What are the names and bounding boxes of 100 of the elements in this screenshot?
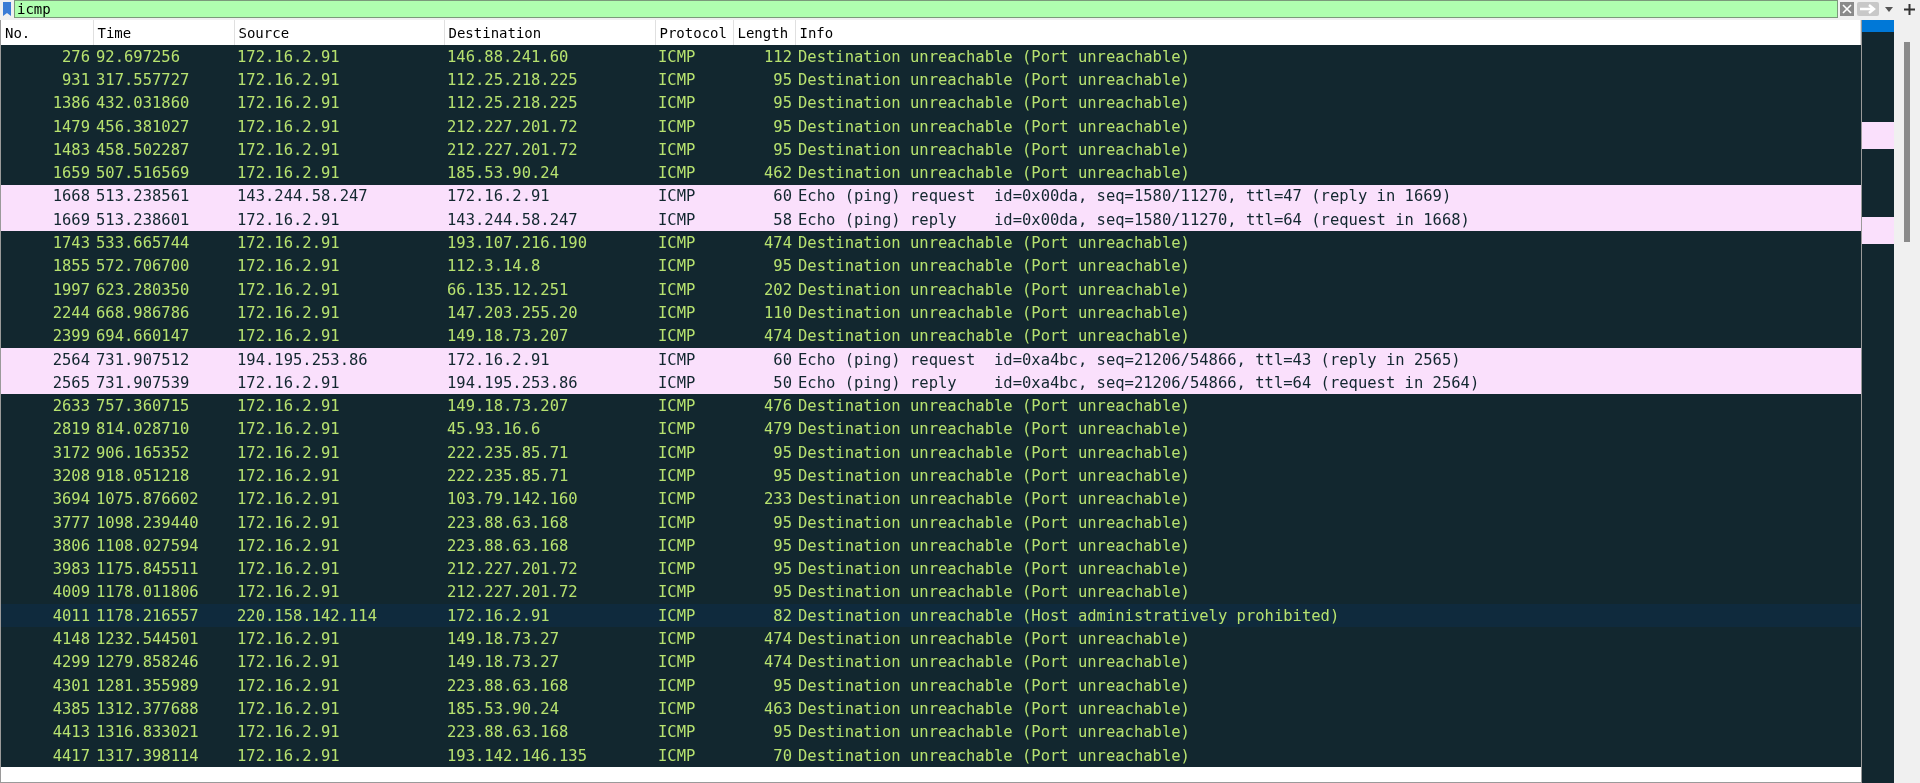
table-cell: 513.238601: [93, 208, 234, 232]
table-cell: Destination unreachable (Port unreachable): [795, 277, 1861, 302]
table-cell: Destination unreachable (Port unreachable): [795, 510, 1861, 535]
table-cell: 172.16.2.91: [234, 580, 444, 605]
table-cell: 172.16.2.91: [234, 674, 444, 698]
table-cell: 1232.544501: [93, 627, 234, 651]
table-cell: 4299: [1, 650, 93, 674]
table-cell: ICMP: [655, 277, 733, 302]
table-cell: 1659: [1, 161, 93, 185]
column-header[interactable]: Destination: [444, 20, 655, 45]
table-cell: 202: [733, 277, 795, 302]
table-cell: 2244: [1, 301, 93, 325]
table-cell: 668.986786: [93, 301, 234, 325]
table-cell: 731.907512: [93, 347, 234, 372]
table-cell: Destination unreachable (Port unreachable): [795, 534, 1861, 558]
table-cell: ICMP: [655, 674, 733, 698]
table-cell: 172.16.2.91: [444, 184, 655, 209]
table-cell: ICMP: [655, 510, 733, 535]
table-cell: 58: [733, 208, 795, 232]
table-cell: Destination unreachable (Port unreachable): [795, 441, 1861, 465]
table-cell: 95: [733, 720, 795, 744]
table-cell: 172.16.2.91: [234, 68, 444, 92]
table-cell: 82: [733, 604, 795, 628]
table-cell: 172.16.2.91: [234, 138, 444, 162]
table-cell: 906.165352: [93, 441, 234, 465]
table-cell: ICMP: [655, 720, 733, 744]
table-cell: 103.79.142.160: [444, 487, 655, 511]
table-cell: 95: [733, 138, 795, 162]
table-cell: 147.203.255.20: [444, 301, 655, 325]
table-cell: 212.227.201.72: [444, 114, 655, 139]
table-cell: 731.907539: [93, 371, 234, 395]
table-cell: ICMP: [655, 580, 733, 605]
table-cell: 474: [733, 650, 795, 674]
table-cell: Destination unreachable (Port unreachable): [795, 720, 1861, 744]
table-cell: 172.16.2.91: [234, 91, 444, 115]
table-cell: 1669: [1, 208, 93, 232]
column-header[interactable]: Time: [93, 20, 234, 45]
column-header[interactable]: Source: [234, 20, 444, 45]
table-cell: 432.031860: [93, 91, 234, 115]
table-cell: 223.88.63.168: [444, 534, 655, 558]
table-cell: 112.25.218.225: [444, 91, 655, 115]
column-header[interactable]: Length: [733, 20, 795, 45]
table-cell: 149.18.73.27: [444, 650, 655, 674]
table-cell: 193.142.146.135: [444, 743, 655, 768]
table-cell: Destination unreachable (Port unreachable): [795, 697, 1861, 721]
table-cell: 223.88.63.168: [444, 510, 655, 535]
column-header[interactable]: No.: [1, 20, 93, 45]
table-cell: Echo (ping) request id=0xa4bc, seq=21206/54866, ttl=43 (reply in 2565): [795, 347, 1861, 372]
table-cell: Destination unreachable (Port unreachable): [795, 627, 1861, 651]
table-cell: 1075.876602: [93, 487, 234, 511]
table-cell: 172.16.2.91: [444, 604, 655, 628]
table-cell: 172.16.2.91: [234, 510, 444, 535]
filter-field[interactable]: icmp: [14, 0, 1838, 18]
table-cell: 474: [733, 324, 795, 348]
table-cell: 463: [733, 697, 795, 721]
table-cell: 223.88.63.168: [444, 720, 655, 744]
table-cell: 222.235.85.71: [444, 441, 655, 465]
table-cell: Destination unreachable (Port unreachable): [795, 161, 1861, 185]
table-cell: 146.88.241.60: [444, 45, 655, 69]
column-header[interactable]: Protocol: [655, 20, 733, 45]
table-cell: Echo (ping) reply id=0x00da, seq=1580/11270, ttl=64 (request in 1668): [795, 208, 1861, 232]
column-header[interactable]: Info: [795, 20, 1861, 45]
table-cell: 918.051218: [93, 464, 234, 488]
table-cell: 172.16.2.91: [234, 254, 444, 278]
table-cell: ICMP: [655, 534, 733, 558]
table-cell: ICMP: [655, 208, 733, 232]
table-cell: Destination unreachable (Port unreachable): [795, 324, 1861, 348]
table-cell: ICMP: [655, 394, 733, 418]
table-cell: Destination unreachable (Port unreachable): [795, 91, 1861, 115]
table-cell: 4148: [1, 627, 93, 651]
table-cell: 4301: [1, 674, 93, 698]
packet-minimap[interactable]: [1862, 20, 1894, 783]
table-cell: 474: [733, 627, 795, 651]
table-cell: Destination unreachable (Port unreachable): [795, 254, 1861, 278]
table-cell: Destination unreachable (Host administratively prohibited): [795, 604, 1861, 628]
clear-button[interactable]: [1838, 0, 1856, 18]
table-cell: 456.381027: [93, 114, 234, 139]
caret-icon[interactable]: [1885, 6, 1893, 12]
table-cell: 95: [733, 114, 795, 139]
table-cell: Destination unreachable (Port unreachable): [795, 45, 1861, 69]
table-cell: Echo (ping) request id=0x00da, seq=1580/11270, ttl=47 (reply in 1669): [795, 184, 1861, 209]
table-cell: Destination unreachable (Port unreachable): [795, 114, 1861, 139]
table-cell: 1317.398114: [93, 743, 234, 768]
table-cell: 172.16.2.91: [234, 161, 444, 185]
table-cell: 149.18.73.27: [444, 627, 655, 651]
table-cell: ICMP: [655, 417, 733, 442]
table-cell: 462: [733, 161, 795, 185]
table-cell: Destination unreachable (Port unreachable): [795, 138, 1861, 162]
table-cell: Destination unreachable (Port unreachable): [795, 68, 1861, 92]
table-cell: 222.235.85.71: [444, 464, 655, 488]
table-cell: 70: [733, 743, 795, 768]
table-cell: ICMP: [655, 301, 733, 325]
table-cell: 1479: [1, 114, 93, 139]
plus-icon[interactable]: [1903, 3, 1915, 15]
table-cell: 185.53.90.24: [444, 697, 655, 721]
scrollbar-thumb[interactable]: [1904, 42, 1910, 242]
table-cell: Echo (ping) reply id=0xa4bc, seq=21206/54866, ttl=64 (request in 2564): [795, 371, 1861, 395]
table-cell: ICMP: [655, 114, 733, 139]
table-cell: Destination unreachable (Port unreachable): [795, 301, 1861, 325]
table-cell: 172.16.2.91: [234, 114, 444, 139]
